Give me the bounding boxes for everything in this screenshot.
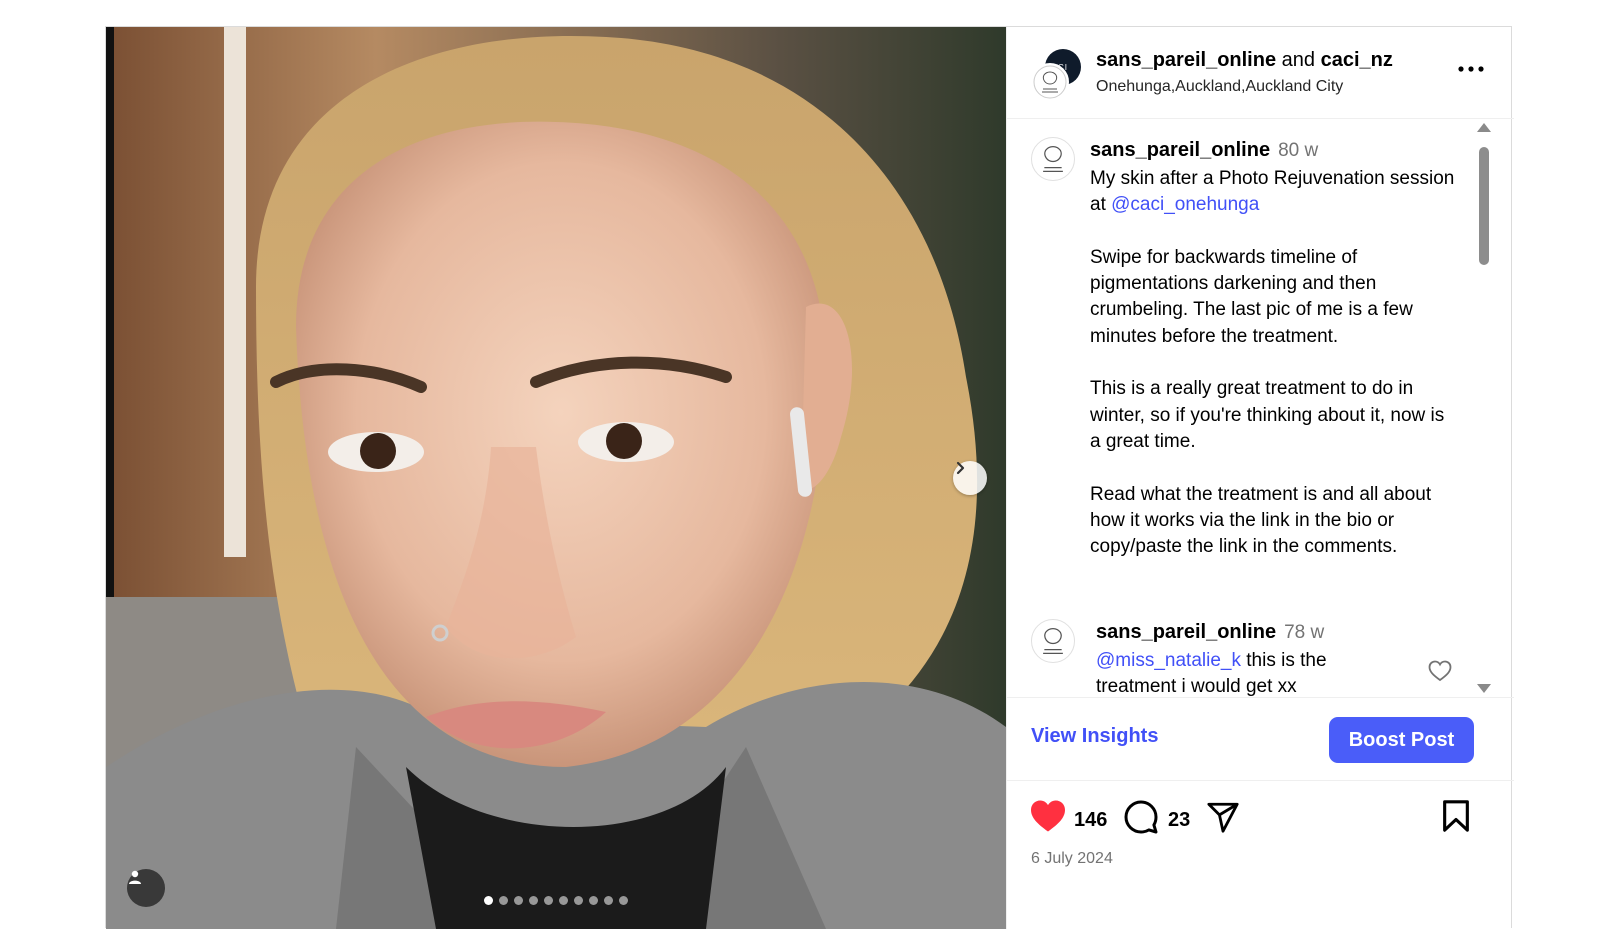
carousel-dot <box>574 896 583 905</box>
sketch-logo-icon <box>1033 65 1067 99</box>
comment-mention[interactable]: @miss_natalie_k <box>1096 650 1241 671</box>
comment-icon <box>1124 800 1158 834</box>
likes-count[interactable]: 146 <box>1074 809 1107 832</box>
collab-usernames: sans_pareil_online and caci_nz <box>1096 49 1393 72</box>
post-media[interactable] <box>106 27 1006 929</box>
more-horizontal-icon <box>1458 66 1484 72</box>
user-icon <box>129 870 141 884</box>
caption-body: Swipe for backwards timeline of pigmenta… <box>1090 246 1445 558</box>
share-button[interactable] <box>1206 801 1240 838</box>
comment-like-button[interactable] <box>1428 660 1452 687</box>
carousel-dot <box>514 896 523 905</box>
comment-time: 78 w <box>1284 622 1325 643</box>
comment-avatar[interactable] <box>1031 619 1075 663</box>
view-insights-link[interactable]: View Insights <box>1031 725 1158 748</box>
comments-section[interactable]: sans_pareil_online 80 w My skin after a P… <box>1007 119 1514 698</box>
like-button[interactable] <box>1029 799 1067 838</box>
sketch-logo-icon <box>1043 628 1063 654</box>
post-details-panel: CI sans_pareil_online and caci_nz Onehun… <box>1006 27 1514 929</box>
carousel-dot <box>544 896 553 905</box>
caption-mention[interactable]: @caci_onehunga <box>1111 194 1259 215</box>
scroll-thumb[interactable] <box>1479 147 1489 265</box>
comment-username[interactable]: sans_pareil_online <box>1096 621 1276 643</box>
heart-filled-icon <box>1031 800 1065 832</box>
caption-header: sans_pareil_online 80 w <box>1090 139 1318 162</box>
sans-pareil-avatar[interactable] <box>1031 63 1069 101</box>
post-actions: 146 23 6 July 2024 <box>1007 781 1514 929</box>
post-header: CI sans_pareil_online and caci_nz Onehun… <box>1007 27 1514 119</box>
header-conjunction: and <box>1281 49 1316 71</box>
caption-text: My skin after a Photo Rejuvenation sessi… <box>1090 166 1460 560</box>
carousel-dot <box>529 896 538 905</box>
scroll-up-arrow[interactable] <box>1477 123 1491 132</box>
carousel-dot <box>604 896 613 905</box>
carousel-dot <box>499 896 508 905</box>
insights-row: View Insights Boost Post <box>1007 698 1514 781</box>
caption-avatar[interactable] <box>1031 137 1075 181</box>
next-slide-button[interactable] <box>953 461 987 495</box>
carousel-dot <box>559 896 568 905</box>
carousel-dot <box>589 896 598 905</box>
caption-username[interactable]: sans_pareil_online <box>1090 139 1270 161</box>
post-date[interactable]: 6 July 2024 <box>1031 850 1113 868</box>
post-dialog: CI sans_pareil_online and caci_nz Onehun… <box>105 26 1514 929</box>
scroll-down-arrow[interactable] <box>1477 684 1491 693</box>
comment-button[interactable] <box>1123 799 1159 840</box>
comments-count[interactable]: 23 <box>1168 809 1190 832</box>
chevron-right-icon <box>956 461 965 475</box>
carousel-dot <box>484 896 493 905</box>
collab-avatars[interactable]: CI <box>1031 49 1083 101</box>
post-photo <box>106 27 1006 929</box>
comment-header: sans_pareil_online 78 w <box>1096 621 1324 644</box>
bookmark-icon <box>1443 800 1469 832</box>
save-button[interactable] <box>1441 799 1471 838</box>
sketch-logo-icon <box>1043 146 1063 172</box>
comments-scrollbar[interactable] <box>1477 123 1491 695</box>
heart-outline-icon <box>1428 660 1452 682</box>
header-username-2[interactable]: caci_nz <box>1321 49 1393 71</box>
boost-post-button[interactable]: Boost Post <box>1329 717 1474 763</box>
caption-time: 80 w <box>1278 140 1319 161</box>
post-location[interactable]: Onehunga,Auckland,Auckland City <box>1096 78 1343 96</box>
more-options-button[interactable] <box>1456 57 1486 81</box>
comment-text: @miss_natalie_k this is the treatment i … <box>1096 648 1386 697</box>
carousel-indicator <box>106 896 1006 905</box>
share-icon <box>1207 802 1239 833</box>
carousel-dot <box>619 896 628 905</box>
header-username-1[interactable]: sans_pareil_online <box>1096 49 1276 71</box>
